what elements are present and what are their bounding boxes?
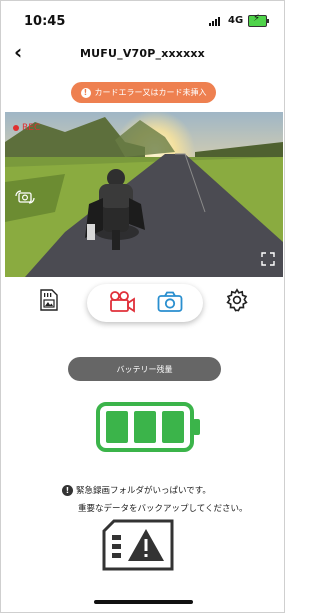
warning-message-line1: ! 緊急録画フォルダがいっぱいです。: [62, 484, 211, 496]
warning-text-1: 緊急録画フォルダがいっぱいです。: [76, 486, 211, 496]
home-indicator[interactable]: [94, 600, 193, 604]
video-record-icon[interactable]: [108, 291, 136, 313]
rec-label: REC: [22, 123, 41, 133]
device-title: MUFU_V70P_xxxxxx: [80, 47, 205, 60]
battery-cell-3: [162, 411, 184, 443]
status-time: 10:45: [24, 14, 66, 29]
sd-file-icon[interactable]: [40, 289, 58, 311]
info-icon: !: [62, 484, 73, 496]
fullscreen-icon[interactable]: [261, 252, 275, 266]
gear-icon[interactable]: [225, 288, 249, 312]
card-error-text: カードエラー又はカード未挿入: [94, 88, 207, 97]
status-bar: 10:45 4G ⚡: [0, 0, 285, 40]
camera-switch-icon[interactable]: [15, 190, 35, 204]
info-icon: !: [80, 87, 91, 98]
battery-level-indicator: [96, 402, 200, 452]
battery-cell-2: [134, 411, 156, 443]
rec-dot-icon: [13, 125, 19, 131]
sd-card-warning-icon: [102, 519, 174, 571]
battery-cell-1: [106, 411, 128, 443]
warning-text-2: 重要なデータをバックアップしてください。: [78, 504, 248, 514]
record-mode-toggle: [87, 284, 203, 322]
camera-icon[interactable]: [157, 291, 183, 313]
battery-charging-icon: ⚡: [248, 13, 269, 27]
live-view[interactable]: REC: [5, 112, 283, 277]
battery-level-label: バッテリー残量: [68, 357, 221, 381]
network-label: 4G: [228, 15, 244, 26]
signal-icon: [209, 15, 220, 26]
card-error-banner[interactable]: ! カードエラー又はカード未挿入: [71, 82, 216, 103]
live-view-image: [5, 112, 283, 277]
rec-indicator: REC: [13, 123, 40, 133]
